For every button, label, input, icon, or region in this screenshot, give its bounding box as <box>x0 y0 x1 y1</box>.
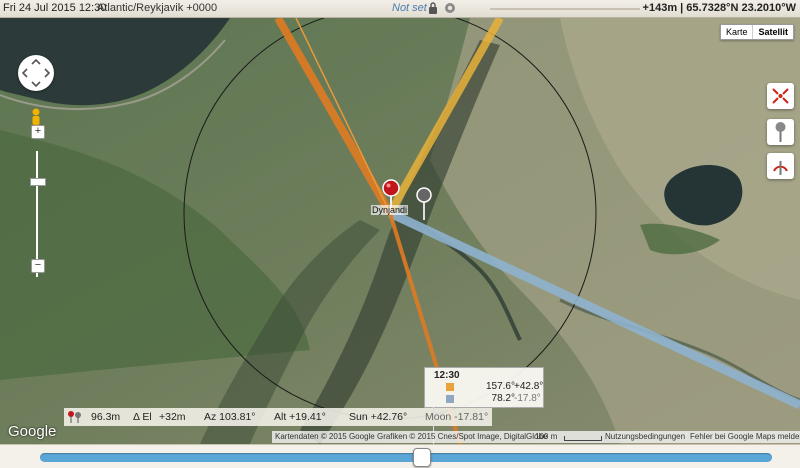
time-slider-handle[interactable] <box>412 448 431 467</box>
moon-azimuth: 78.2° <box>491 393 515 404</box>
map-credits: Kartendaten © 2015 Google Grafiken © 201… <box>272 431 800 443</box>
lock-icon[interactable] <box>428 2 438 14</box>
pan-arrows-icon <box>21 58 51 88</box>
satellite-map[interactable]: Dynjandi Karte Satellit + − 96.3m Δ El +… <box>0 18 800 444</box>
map-type-control: Karte Satellit <box>719 24 794 40</box>
arc-pin-icon <box>773 161 788 175</box>
marker-button[interactable] <box>767 119 794 145</box>
zoom-handle[interactable] <box>30 178 46 186</box>
map-type-karte[interactable]: Karte <box>721 25 753 39</box>
pan-control[interactable] <box>18 55 54 91</box>
azimuth-value: Az 103.81° <box>204 411 256 423</box>
map-type-satellit[interactable]: Satellit <box>752 25 793 39</box>
moon-elevation: -17.8° <box>514 393 541 404</box>
measurement-info-bar: 96.3m Δ El +32m Az 103.81° Alt +19.41° S… <box>64 408 492 426</box>
scale-label: 100 m <box>535 432 558 441</box>
map-data-credit: Kartendaten © 2015 Google Grafiken © 201… <box>275 432 548 441</box>
arrows-icon <box>772 88 789 104</box>
sun-elevation: +42.8° <box>514 381 544 392</box>
settings-icon[interactable] <box>444 2 456 14</box>
top-bar: Fri 24 Jul 2015 12:30 Atlantic/Reykjavik… <box>0 0 800 18</box>
moon-value: Moon -17.81° <box>425 411 489 423</box>
time-popup: 12:30 157.6° +42.8° 78.2° -17.8° <box>424 367 544 408</box>
elevation-coordinates: +143m | 65.7328°N 23.2010°W <box>642 2 796 14</box>
scale-bar <box>564 436 602 441</box>
delta-el-label: Δ El <box>133 411 152 423</box>
zoom-in-button[interactable]: + <box>31 125 45 139</box>
time-slider-track[interactable] <box>40 453 772 462</box>
top-slider-track <box>490 8 640 10</box>
terms-link[interactable]: Nutzungsbedingungen <box>605 432 685 441</box>
place-label: Dynjandi <box>371 205 409 215</box>
height-button[interactable] <box>767 153 794 179</box>
distance-value: 96.3m <box>91 411 121 423</box>
sun-azimuth: 157.6° <box>485 381 515 392</box>
altitude-value: Alt +19.41° <box>274 411 326 423</box>
grey-pin-icon[interactable] <box>414 186 434 220</box>
popup-moon-row: 78.2° -17.8° <box>425 393 543 405</box>
sun-value: Sun +42.76° <box>349 411 408 423</box>
two-pins-icon <box>68 411 81 423</box>
delta-el-value: +32m <box>159 411 186 423</box>
location-status-link[interactable]: Not set <box>392 2 427 14</box>
map-imagery <box>0 18 800 444</box>
sun-swatch <box>446 383 454 391</box>
date-time-label[interactable]: Fri 24 Jul 2015 12:30 <box>3 2 106 14</box>
fit-markers-button[interactable] <box>767 83 794 109</box>
pin-icon <box>775 122 786 142</box>
moon-swatch <box>446 395 454 403</box>
popup-sun-row: 157.6° +42.8° <box>425 381 543 393</box>
report-error-link[interactable]: Fehler bei Google Maps melden <box>690 432 800 441</box>
zoom-out-button[interactable]: − <box>31 259 45 273</box>
timezone-label[interactable]: Atlantic/Reykjavik +0000 <box>97 2 217 14</box>
timeline-bar <box>0 444 800 468</box>
google-logo[interactable]: Google <box>8 423 56 440</box>
popup-time: 12:30 <box>434 370 460 381</box>
